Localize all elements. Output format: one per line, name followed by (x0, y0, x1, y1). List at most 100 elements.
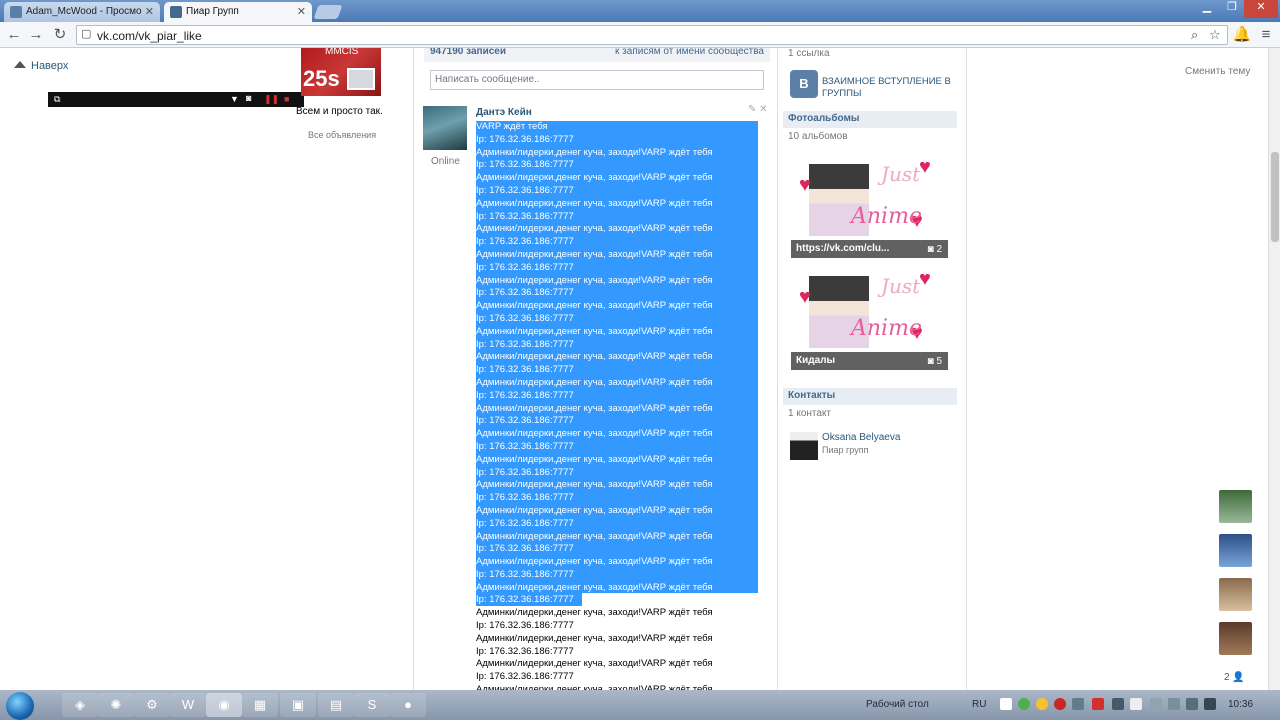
bookmark-star-icon[interactable]: ☆ (1209, 27, 1221, 43)
address-bar[interactable]: ▢ vk.com/vk_piar_like ⌕ ☆ (76, 25, 1228, 45)
vk-page: Наверх ⧉ ▼ ◙ ❚❚ ■ MMCIS 25s Всем и прост… (0, 48, 1268, 690)
desktop-label[interactable]: Рабочий стол (866, 699, 929, 710)
post-text-line: Админки/лидерки,денег куча, заходи!VARP … (476, 453, 713, 465)
volume-icon[interactable] (1130, 698, 1142, 710)
album-thumbnail[interactable]: ♥ ♥ ♥ Just Anime Кидалы ◙ 5 (791, 266, 948, 370)
album-caption: https://vk.com/clu... (791, 240, 948, 258)
contacts-count[interactable]: 1 контакт (788, 408, 831, 419)
pause-icon[interactable]: ❚❚ (264, 94, 279, 105)
link-vzaimnoe-vstuplenie[interactable]: ВЗАИМНОЕ ВСТУПЛЕНИЕ В ГРУППЫ (822, 76, 952, 100)
browser-toolbar: ← → ↻ ▢ vk.com/vk_piar_like ⌕ ☆ 🔔 ≡ (0, 22, 1280, 48)
close-window-button[interactable]: ✕ (1244, 0, 1278, 18)
taskbar-word-icon[interactable]: W (170, 693, 206, 717)
tab-piar-group[interactable]: Пиар Групп ✕ (164, 2, 312, 22)
album-art-anime: Anime (851, 316, 922, 341)
photo-albums-header[interactable]: Фотоальбомы (783, 111, 957, 128)
links-count[interactable]: 1 ссылка (788, 48, 830, 59)
heart-icon: ♥ (799, 286, 811, 308)
post-text-line: Ip: 176.32.36.186:7777 (476, 338, 574, 350)
scrollbar-thumb[interactable] (1271, 152, 1279, 242)
close-tab-icon[interactable]: ✕ (297, 5, 306, 18)
post-text-line: Ip: 176.32.36.186:7777 (476, 364, 574, 376)
tray-pdf-icon[interactable] (1092, 698, 1104, 710)
tray-app-icon[interactable] (1186, 698, 1198, 710)
friend-avatar[interactable] (1219, 534, 1252, 567)
tray-app-icon[interactable] (1018, 698, 1030, 710)
online-friends-count[interactable]: 2 👤 (1224, 672, 1245, 683)
back-button[interactable]: ← (4, 25, 24, 45)
scroll-top-link[interactable]: Наверх (14, 60, 68, 72)
window-icon[interactable]: ⧉ (54, 94, 60, 105)
post-text-line: Админки/лидерки,денег куча, заходи!VARP … (476, 479, 713, 491)
taskbar-app-icon[interactable]: ✺ (98, 693, 134, 717)
wall-post-count[interactable]: 947190 записей (430, 48, 506, 57)
edit-icon[interactable]: ✎ (748, 104, 756, 115)
vk-logo-icon[interactable]: B (790, 70, 818, 98)
album-thumbnail[interactable]: ♥ ♥ ♥ Just Anime https://vk.com/clu... ◙… (791, 154, 948, 258)
language-indicator[interactable]: RU (972, 699, 986, 710)
friend-avatar[interactable] (1219, 578, 1252, 611)
all-ads-link[interactable]: Все объявления (308, 130, 376, 140)
network-icon[interactable] (1112, 698, 1124, 710)
column-divider (777, 48, 778, 690)
stop-icon[interactable]: ■ (284, 94, 289, 104)
menu-icon[interactable]: ≡ (1256, 25, 1276, 45)
friend-avatar[interactable] (1219, 622, 1252, 655)
taskbar-app-icon[interactable]: ▦ (242, 693, 278, 717)
album-photo-count: ◙ 2 (927, 244, 942, 255)
change-theme-link[interactable]: Сменить тему (1185, 66, 1250, 77)
close-tab-icon[interactable]: ✕ (145, 5, 154, 18)
contact-name[interactable]: Oksana Belyaeva (822, 432, 900, 443)
start-button[interactable] (6, 692, 34, 720)
reload-button[interactable]: ↻ (50, 25, 70, 45)
forward-button[interactable]: → (26, 25, 46, 45)
contact-avatar[interactable] (790, 432, 818, 460)
search-icon[interactable]: ⌕ (1191, 27, 1198, 43)
taskbar-app-icon[interactable]: ⚙ (134, 693, 170, 717)
taskbar-app-icon[interactable]: ◈ (62, 693, 98, 717)
new-tab-button[interactable] (313, 5, 343, 19)
taskbar-app-icon[interactable]: ▤ (318, 693, 354, 717)
tray-app-icon[interactable] (1036, 698, 1048, 710)
ad-caption[interactable]: Всем и просто так. (296, 106, 383, 117)
post-text-line: Ip: 176.32.36.186:7777 (476, 517, 574, 529)
contacts-header[interactable]: Контакты (783, 388, 957, 405)
tray-app-icon[interactable] (1072, 698, 1084, 710)
page-scrollbar[interactable] (1268, 48, 1280, 690)
system-clock[interactable]: 10:36 (1228, 699, 1253, 710)
flag-icon[interactable] (1000, 698, 1012, 710)
camera-icon[interactable]: ◙ (246, 93, 251, 103)
delete-icon[interactable]: ✕ (759, 104, 767, 115)
maximize-button[interactable]: ❐ (1220, 0, 1244, 18)
taskbar-app-icon[interactable]: ● (390, 693, 426, 717)
taskbar-skype-icon[interactable]: S (354, 693, 390, 717)
notification-bell-icon[interactable]: 🔔 (1232, 25, 1252, 45)
post-text-line: Ip: 176.32.36.186:7777 (476, 594, 574, 606)
post-author-avatar[interactable] (423, 106, 467, 150)
write-message-input[interactable]: Написать сообщение.. (430, 70, 764, 90)
heart-icon: ♥ (799, 174, 811, 196)
ad-banner-image[interactable]: MMCIS 25s (301, 48, 381, 96)
post-text-line: Админки/лидерки,денег куча, заходи!VARP … (476, 556, 713, 568)
tab-adam-mcwood[interactable]: Adam_McWood - Просмо ✕ (4, 2, 160, 22)
post-text-line: Ip: 176.32.36.186:7777 (476, 415, 574, 427)
post-text-line: Ip: 176.32.36.186:7777 (476, 133, 574, 145)
post-text-line: Админки/лидерки,денег куча, заходи!VARP … (476, 607, 713, 619)
tray-app-icon[interactable] (1204, 698, 1216, 710)
video-player-bar[interactable]: ⧉ ▼ ◙ ❚❚ ■ (48, 92, 304, 107)
albums-count[interactable]: 10 альбомов (788, 131, 848, 142)
dropdown-icon[interactable]: ▼ (230, 94, 239, 104)
taskbar-chrome-icon[interactable]: ◉ (206, 693, 242, 717)
post-text-line: Админки/лидерки,денег куча, заходи!VARP … (476, 351, 713, 363)
post-text-line: Ip: 176.32.36.186:7777 (476, 184, 574, 196)
community-posts-link[interactable]: к записям от имени сообщества (615, 48, 764, 57)
minimize-button[interactable]: ▁ (1194, 0, 1220, 18)
post-author-name[interactable]: Дантэ Кейн (476, 107, 532, 118)
tray-app-icon[interactable] (1054, 698, 1066, 710)
post-text-line: Админки/лидерки,денег куча, заходи!VARP … (476, 325, 713, 337)
friend-avatar[interactable] (1219, 490, 1252, 523)
taskbar-app-icon[interactable]: ▣ (280, 693, 316, 717)
post-text-line: Ip: 176.32.36.186:7777 (476, 492, 574, 504)
tray-app-icon[interactable] (1150, 698, 1162, 710)
tray-app-icon[interactable] (1168, 698, 1180, 710)
